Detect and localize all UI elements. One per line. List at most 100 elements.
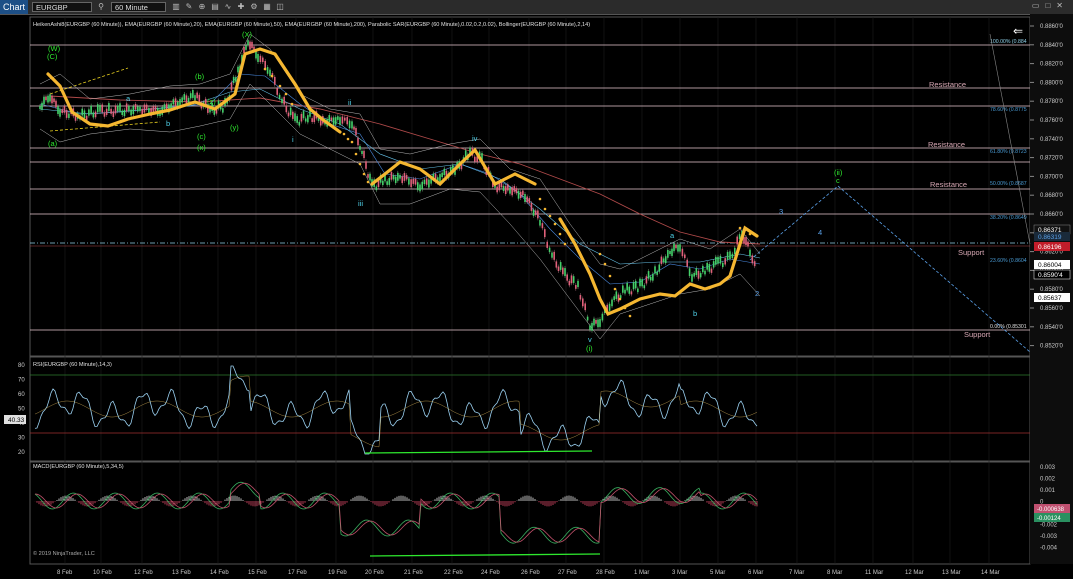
candle <box>108 103 110 112</box>
candle <box>421 181 424 190</box>
back-arrow-icon[interactable]: ⇐ <box>1013 24 1023 38</box>
chart-tab[interactable]: Chart <box>0 0 28 14</box>
candle <box>99 104 101 112</box>
candle <box>55 100 57 108</box>
candle <box>189 93 192 99</box>
chart-area[interactable]: HeikenAshi8(EURGBP (60 Minute)), EMA(EUR… <box>0 14 1073 579</box>
wave-b-paren-label: (b) <box>195 72 205 81</box>
candle <box>513 186 516 192</box>
candle <box>51 95 53 104</box>
candle <box>599 319 601 327</box>
price-tick-label: 0.8800'0 <box>1040 80 1063 86</box>
candle <box>257 54 259 62</box>
candle <box>686 259 688 267</box>
snapshot-icon[interactable]: ◫ <box>275 2 285 12</box>
wave-c-label: c <box>836 176 840 185</box>
instrument-select[interactable]: EURGBP <box>32 2 92 12</box>
candle <box>235 77 237 82</box>
sar-dot <box>748 232 752 236</box>
candle <box>172 99 175 105</box>
candle <box>626 282 628 291</box>
macd-header: MACD(EURGBP (60 Minute),5,34,5) <box>33 464 124 470</box>
zoom-icon[interactable]: ⊕ <box>197 2 207 12</box>
candle <box>664 256 667 264</box>
candle <box>577 280 579 288</box>
candle <box>502 185 505 192</box>
template-icon[interactable]: ▤ <box>210 2 220 12</box>
candle <box>232 76 235 84</box>
properties-icon[interactable]: ⚙ <box>249 2 259 12</box>
candle <box>630 291 633 295</box>
sar-dot <box>263 67 267 71</box>
rsi-axis: 80706050403020 <box>18 363 25 456</box>
sar-dot <box>618 297 622 301</box>
candle <box>130 109 132 116</box>
sar-dot <box>743 228 747 232</box>
sar-dot <box>738 226 742 230</box>
candle <box>534 210 537 216</box>
price-tick-label: 0.8740'0 <box>1040 137 1063 143</box>
candle <box>337 116 339 120</box>
wave-a-paren-label: (a) <box>48 139 58 148</box>
candle <box>649 276 652 281</box>
chart-trader-icon[interactable]: ▦ <box>262 2 272 12</box>
fib-786-label: 78.60% (0.8775 <box>990 107 1027 113</box>
strategy-icon[interactable]: ✚ <box>236 2 246 12</box>
candle <box>403 173 406 181</box>
interval-select[interactable]: 60 Minute <box>111 2 166 12</box>
draw-tool-icon[interactable]: ✎ <box>184 2 194 12</box>
candle <box>684 254 686 259</box>
indicator-icon[interactable]: ∿ <box>223 2 233 12</box>
candle <box>751 255 754 264</box>
candle <box>292 111 294 119</box>
candle <box>697 270 700 279</box>
candle <box>719 255 722 264</box>
candle <box>551 252 553 258</box>
candle <box>181 97 183 103</box>
copyright: © 2019 NinjaTrader, LLC <box>33 550 95 557</box>
candle <box>702 265 704 273</box>
search-icon[interactable]: ⚲ <box>96 2 106 12</box>
macd-tick-label: 0.001 <box>1040 488 1056 494</box>
candle <box>101 104 104 113</box>
candle <box>566 274 568 281</box>
candle <box>194 95 196 101</box>
time-tick-label: 11 Mar <box>865 570 883 576</box>
candle <box>593 318 595 326</box>
toolbar: Chart EURGBP ⚲ 60 Minute ▥ ✎ ⊕ ▤ ∿ ✚ ⚙ ▦… <box>0 0 1073 15</box>
candle <box>399 174 401 179</box>
candle <box>41 102 43 110</box>
bar-type-icon[interactable]: ▥ <box>171 2 181 12</box>
price-tick-label: 0.8820'0 <box>1040 62 1063 68</box>
candle <box>274 76 276 85</box>
sar-dot <box>362 172 366 176</box>
price-tick-label: 0.8580'0 <box>1040 287 1063 293</box>
candle <box>419 184 421 192</box>
time-tick-label: 20 Feb <box>365 570 384 576</box>
candle <box>522 190 524 196</box>
candle <box>392 175 395 180</box>
candle <box>302 111 305 119</box>
sar-dot <box>563 242 567 246</box>
fib-0-label: 0.00% (0.85301 <box>990 324 1027 330</box>
candle <box>57 106 59 114</box>
sar-dot <box>623 306 627 310</box>
candle <box>589 325 591 330</box>
candle <box>245 45 247 50</box>
candle <box>174 98 177 107</box>
candle <box>311 118 313 122</box>
fib-236-label: 23.60% (0.8604 <box>990 258 1027 264</box>
time-tick-label: 13 Feb <box>172 570 191 576</box>
candle <box>262 57 264 63</box>
candle <box>154 106 157 112</box>
window-controls[interactable]: ▭□✕ <box>1032 1 1069 10</box>
candle <box>575 285 577 289</box>
candle <box>695 268 698 276</box>
candle <box>139 106 141 112</box>
macd-flag-1: -0.000638 <box>1037 507 1065 513</box>
sar-dot <box>358 162 362 166</box>
candle <box>710 268 713 273</box>
rsi-tick-label: 20 <box>18 450 25 456</box>
time-tick-label: 26 Feb <box>521 570 540 576</box>
candle <box>281 98 283 104</box>
